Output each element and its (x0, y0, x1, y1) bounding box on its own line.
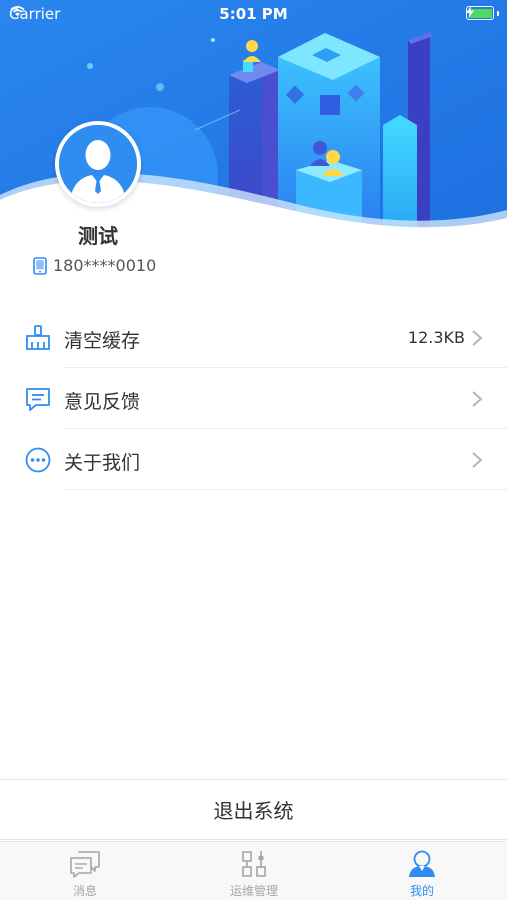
phone-icon (33, 256, 47, 275)
more-icon (25, 447, 51, 473)
tab-messages[interactable]: 消息 (25, 842, 145, 900)
user-phone-row: 180****0010 (33, 256, 156, 275)
feedback-icon (26, 388, 50, 411)
menu-item-label: 关于我们 (64, 452, 141, 474)
profile-header: Carrier 5:01 PM (0, 0, 507, 250)
menu-item-about-us[interactable]: 关于我们 (0, 429, 507, 490)
message-icon (70, 851, 100, 878)
menu-item-label: 意见反馈 (64, 391, 141, 413)
status-bar: Carrier 5:01 PM (0, 0, 507, 28)
user-name: 测试 (78, 224, 118, 248)
avatar[interactable] (55, 121, 141, 207)
tab-label: 运维管理 (229, 884, 278, 898)
cache-size-value: 12.3KB (407, 328, 465, 347)
menu-item-label: 清空缓存 (64, 330, 141, 352)
user-avatar-icon (59, 125, 137, 203)
tab-label: 消息 (72, 884, 97, 898)
user-phone: 180****0010 (53, 256, 157, 275)
chevron-right-icon (472, 391, 483, 407)
chevron-right-icon (472, 452, 483, 468)
battery-indicator (466, 6, 499, 20)
logout-button[interactable]: 退出系统 (0, 779, 507, 840)
menu-item-clear-cache[interactable]: 清空缓存 12.3KB (0, 307, 507, 368)
tab-profile[interactable]: 我的 (362, 842, 482, 900)
menu-item-feedback[interactable]: 意见反馈 (0, 368, 507, 429)
operations-icon (242, 851, 266, 877)
broom-icon (26, 325, 50, 350)
profile-icon (409, 850, 435, 877)
chevron-right-icon (472, 330, 483, 346)
settings-menu: 清空缓存 12.3KB 意见反馈 关于我们 (0, 307, 507, 490)
header-illustration (0, 0, 507, 250)
tab-bar: 消息 运维管理 我的 (0, 841, 507, 900)
status-time: 5:01 PM (219, 5, 288, 23)
tab-label: 我的 (409, 884, 434, 898)
tab-operations[interactable]: 运维管理 (194, 842, 314, 900)
charging-bolt-icon (466, 6, 474, 18)
